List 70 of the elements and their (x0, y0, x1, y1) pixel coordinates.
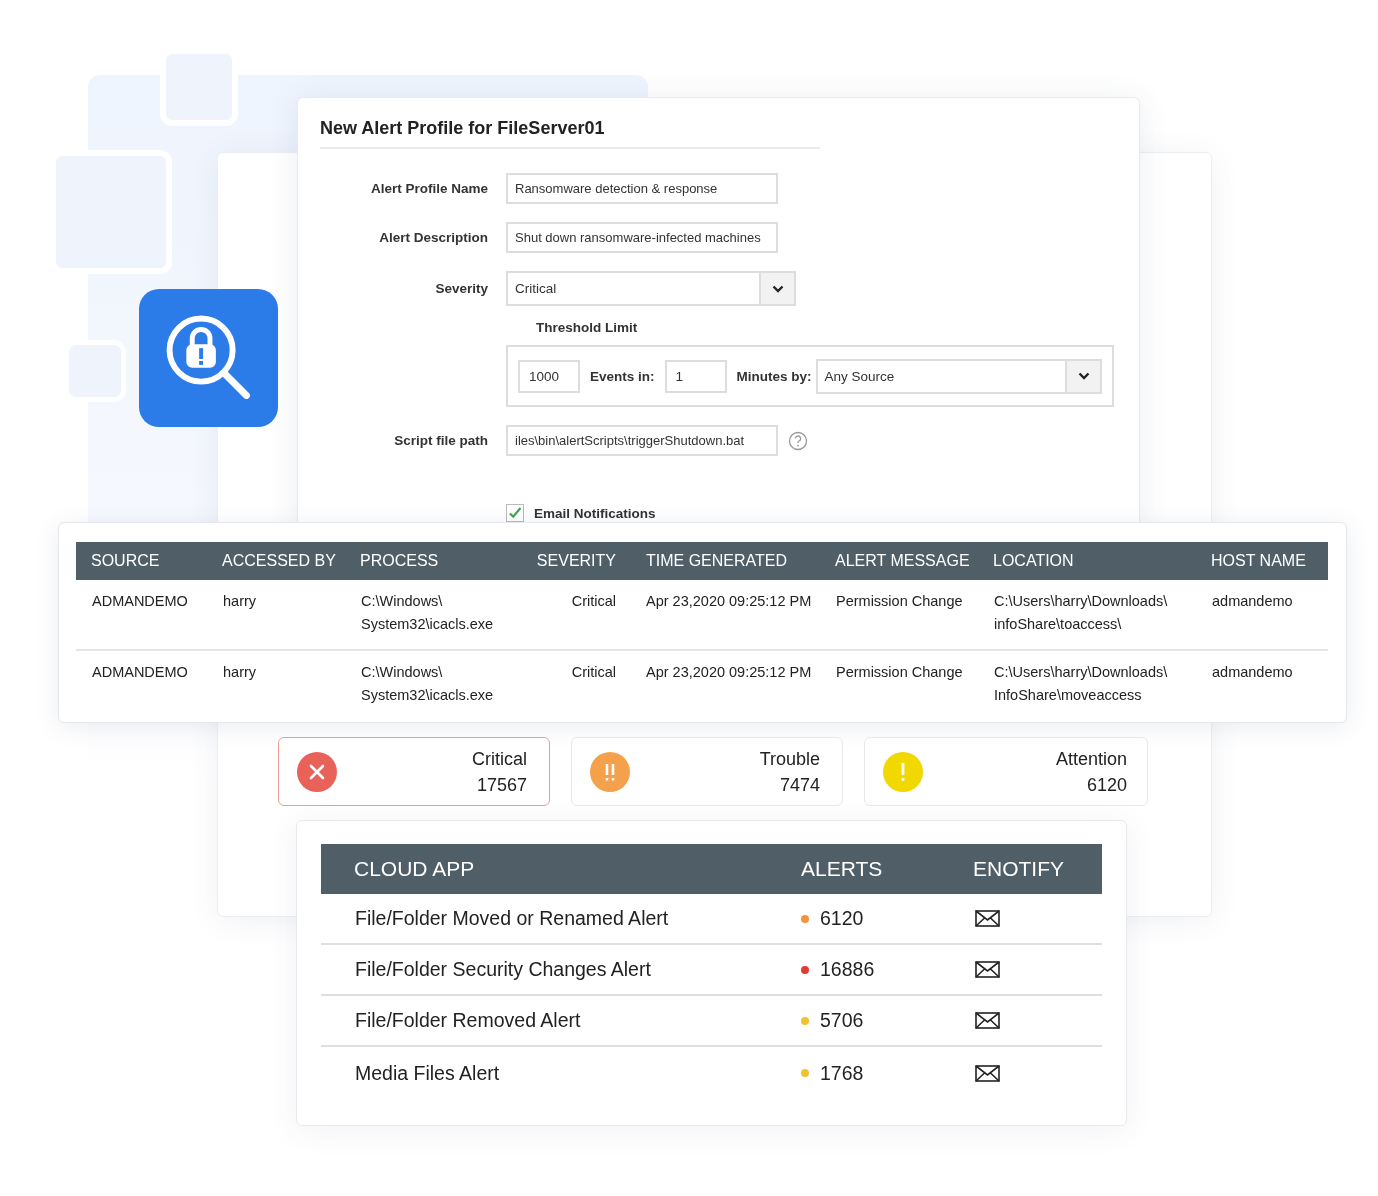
column-header: ALERT MESSAGE (834, 552, 971, 570)
table-cell-text: File/Folder Security Changes Alert (354, 958, 652, 981)
column-header: LOCATION (992, 552, 1075, 570)
dropdown-button[interactable] (759, 273, 794, 304)
caret-icon (771, 284, 784, 293)
status-label: Trouble (759, 747, 820, 771)
status-label: Attention (1055, 747, 1127, 771)
table-cell-text: Critical (570, 592, 616, 611)
severity-dropdown[interactable]: Critical (506, 271, 796, 306)
table-cell-text: admandemo (1211, 663, 1294, 682)
mail-icon[interactable] (975, 961, 1000, 978)
input-field[interactable]: iles\bin\alertScripts\triggerShutdown.bat (506, 425, 778, 456)
help-icon[interactable] (788, 430, 808, 451)
checkbox-label: Email Notifications (534, 505, 656, 521)
table-cell-text: C:\Users\harry\Downloads\infoShare\toaccess\ (993, 592, 1169, 634)
table-cell: 1768 (820, 1061, 864, 1085)
column-header: PROCESS (359, 552, 440, 570)
status-card[interactable]: Critical 17567 (278, 737, 550, 806)
column-header: ACCESSED BY (221, 552, 337, 570)
table-cell-text: admandemo (1211, 592, 1294, 611)
column-header: SEVERITY (535, 552, 616, 570)
table-cell-text: C:\Users\harry\Downloads\InfoShare\moveaccess (993, 663, 1169, 705)
mail-icon[interactable] (975, 1012, 1000, 1029)
table-cell-text: harry (222, 592, 258, 611)
source-dropdown[interactable]: Any Source (815, 358, 1102, 394)
column-header: CLOUD APP (353, 857, 476, 881)
status-count: 6120 (1086, 773, 1127, 797)
input-field[interactable]: Shut down ransomware-infected machines (506, 222, 778, 253)
field-label: Script file path (393, 433, 488, 448)
field-label: Events in: (590, 368, 655, 384)
input-field[interactable]: Ransomware detection & response (506, 173, 778, 204)
table-cell: 6120 (820, 907, 864, 930)
mail-icon[interactable] (975, 1064, 1000, 1082)
table-cell-text: harry (222, 663, 258, 682)
table-cell-text: Apr 23,2020 09:25:12 PM (645, 592, 813, 611)
status-label: Critical (472, 747, 527, 771)
dropdown-button[interactable] (1065, 360, 1100, 392)
field-label: Severity (434, 281, 488, 296)
table-cell-text: C:\Windows\System32\icacls.exe (360, 592, 495, 634)
column-header: TIME GENERATED (645, 552, 789, 570)
checkbox[interactable] (506, 504, 524, 522)
column-header: ENOTIFY (973, 857, 1065, 881)
column-header: SOURCE (90, 552, 161, 570)
mail-icon[interactable] (975, 910, 1000, 927)
status-card[interactable]: Trouble 7474 (571, 737, 843, 806)
table-cell-text: Apr 23,2020 09:25:12 PM (645, 663, 813, 682)
table-cell-text: Media Files Alert (354, 1061, 501, 1085)
table-cell-text: ADMANDEMO (91, 592, 189, 611)
table-cell-text: Critical (570, 663, 616, 682)
section-label: Threshold Limit (535, 320, 639, 335)
field-label: Alert Profile Name (369, 181, 488, 196)
table-cell-text: C:\Windows\System32\icacls.exe (360, 663, 495, 705)
column-header: HOST NAME (1210, 552, 1307, 570)
table-cell-text: File/Folder Moved or Renamed Alert (354, 907, 670, 930)
column-header: ALERTS (801, 857, 884, 881)
table-cell: 5706 (820, 1009, 864, 1032)
table-cell-text: Permission Change (835, 592, 964, 611)
field-label: Alert Description (378, 230, 488, 245)
field-label: Minutes by: (736, 368, 812, 384)
form-title: New Alert Profile for FileServer01 (320, 118, 820, 149)
table-cell-text: File/Folder Removed Alert (354, 1009, 582, 1032)
status-count: 7474 (779, 773, 820, 797)
input-field[interactable]: 1000 (518, 359, 580, 393)
table-cell-text: Permission Change (835, 663, 964, 682)
table-cell: 16886 (820, 958, 875, 981)
status-card[interactable]: Attention 6120 (864, 737, 1148, 806)
table-cell-text: ADMANDEMO (91, 663, 189, 682)
caret-icon (1077, 372, 1090, 380)
status-count: 17567 (476, 773, 527, 797)
input-field[interactable]: 1 (664, 359, 727, 393)
